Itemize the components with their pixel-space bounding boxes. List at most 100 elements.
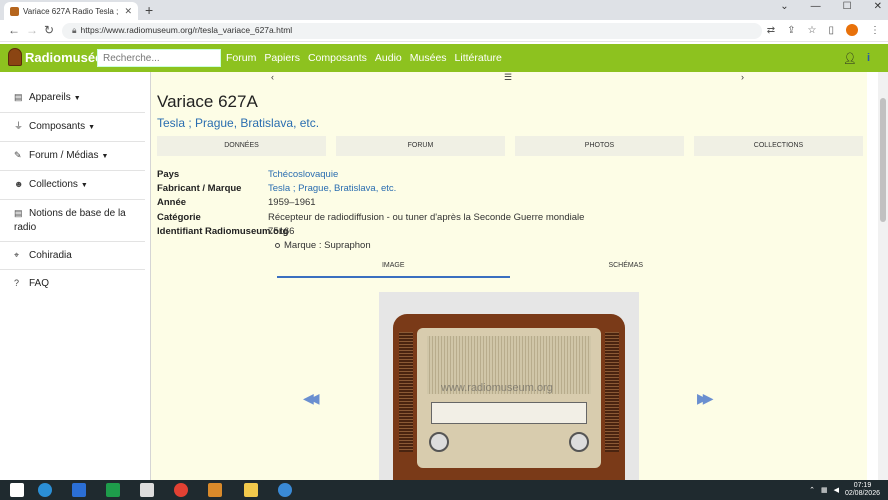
sidebar-item-appareils[interactable]: ▤ Appareils ▼ bbox=[0, 84, 145, 113]
record-pager: ‹ ☰ › bbox=[151, 72, 867, 84]
media-player-icon[interactable] bbox=[208, 483, 222, 497]
sidepanel-icon[interactable]: ▯ bbox=[828, 25, 834, 36]
info-icon[interactable]: i bbox=[867, 52, 870, 65]
nav-forum[interactable]: Forum bbox=[226, 52, 256, 64]
sidebar-item-composants[interactable]: ⏚ Composants ▼ bbox=[0, 113, 145, 142]
chevron-down-icon[interactable]: ⌄ bbox=[780, 1, 788, 12]
browser-tab-strip: Variace 627A Radio Tesla ; Praha ✕ + ⌄ —… bbox=[0, 0, 888, 20]
ie-icon[interactable] bbox=[72, 483, 86, 497]
notepad-icon[interactable] bbox=[140, 483, 154, 497]
next-image-icon[interactable]: ▶▶ bbox=[697, 390, 713, 407]
sidebar-item-label: FAQ bbox=[29, 278, 50, 289]
tab-collections[interactable]: COLLECTIONS bbox=[694, 136, 863, 156]
favicon-icon bbox=[10, 6, 19, 16]
sidebar-item-forum-medias[interactable]: ✎ Forum / Médias ▼ bbox=[0, 142, 145, 171]
sidebar-item-label: Cohiradia bbox=[29, 250, 72, 261]
prev-image-icon[interactable]: ◀◀ bbox=[303, 390, 319, 407]
nav-papiers[interactable]: Papiers bbox=[264, 52, 300, 64]
taskbar-clock[interactable]: 07:19 02/08/2026 bbox=[845, 482, 880, 498]
sidebar-item-notions[interactable]: ▤ Notions de base de la radio bbox=[0, 200, 145, 242]
caret-down-icon: ▼ bbox=[80, 182, 88, 189]
tab-schemas[interactable]: SCHÉMAS bbox=[510, 255, 743, 278]
image-watermark: www.radiomuseum.org bbox=[441, 382, 553, 394]
right-speaker-grille bbox=[605, 332, 619, 452]
site-logo[interactable]: Radiomusée bbox=[8, 48, 102, 66]
sidebar-item-label: Forum / Médias bbox=[29, 150, 99, 161]
nav-musees[interactable]: Musées bbox=[410, 52, 447, 64]
store-icon[interactable] bbox=[106, 483, 120, 497]
bookmark-star-icon[interactable]: ☆ bbox=[808, 25, 817, 36]
maximize-button[interactable]: ☐ bbox=[843, 1, 852, 12]
file-explorer-icon[interactable] bbox=[244, 483, 258, 497]
maker-link[interactable]: Tesla ; Prague, Bratislava, etc. bbox=[157, 116, 319, 130]
forward-button[interactable]: → bbox=[26, 23, 38, 37]
clock-time: 07:19 bbox=[853, 482, 872, 489]
info-value-link[interactable]: Tchécoslovaquie bbox=[268, 169, 338, 180]
back-button[interactable]: ← bbox=[8, 23, 20, 37]
menu-icon[interactable]: ⋮ bbox=[870, 25, 880, 36]
close-window-button[interactable]: ✕ bbox=[874, 1, 882, 12]
next-record-icon[interactable]: › bbox=[741, 72, 744, 82]
user-icon[interactable]: 👤︎ bbox=[843, 52, 857, 65]
tab-photos[interactable]: PHOTOS bbox=[515, 136, 684, 156]
info-value: 75166 bbox=[268, 225, 295, 237]
sidebar-item-faq[interactable]: ? FAQ bbox=[0, 270, 145, 297]
right-knob bbox=[569, 432, 589, 452]
info-key: Pays bbox=[157, 169, 180, 180]
site-header: Radiomusée Recherche... Forum Papiers Co… bbox=[0, 44, 888, 72]
info-value-link[interactable]: Tesla ; Prague, Bratislava, etc. bbox=[268, 183, 396, 194]
lock-icon: 🔒︎ bbox=[72, 25, 77, 35]
list-icon[interactable]: ☰ bbox=[504, 72, 512, 83]
info-value: 1959–1961 bbox=[268, 197, 316, 209]
info-key: Fabricant / Marque bbox=[157, 183, 242, 195]
search-input[interactable]: Recherche... bbox=[97, 49, 221, 67]
caret-down-icon: ▼ bbox=[88, 124, 96, 131]
sidebar: ▤ Appareils ▼ ⏚ Composants ▼ ✎ Forum / Médias… bbox=[0, 84, 145, 297]
url-text: https://www.radiomuseum.org/r/tesla_vari… bbox=[80, 25, 293, 35]
page-tabs: DONNÉES FORUM PHOTOS COLLECTIONS bbox=[157, 136, 863, 156]
clock-date: 02/08/2026 bbox=[844, 490, 880, 497]
tab-donnees[interactable]: DONNÉES bbox=[157, 136, 326, 156]
tray-chevron-icon[interactable]: ⌃ bbox=[809, 486, 815, 494]
sidebar-item-collections[interactable]: ☻ Collections ▼ bbox=[0, 171, 145, 200]
edge-icon[interactable] bbox=[38, 483, 52, 497]
translate-icon[interactable]: ⇄ bbox=[767, 25, 775, 36]
globe-app-icon[interactable] bbox=[278, 483, 292, 497]
browser-tools: ⇄ ⇪ ☆ ▯ ⋮ bbox=[767, 24, 880, 36]
sidebar-item-label: Collections bbox=[29, 179, 78, 190]
question-icon: ? bbox=[14, 278, 20, 288]
sidebar-item-cohiradia[interactable]: ⌖ Cohiradia bbox=[0, 242, 145, 270]
radio-cabinet bbox=[393, 314, 625, 480]
nav-audio[interactable]: Audio bbox=[375, 52, 402, 64]
chrome-icon[interactable] bbox=[174, 483, 188, 497]
radio-dial-scale bbox=[431, 402, 587, 424]
tab-forum[interactable]: FORUM bbox=[336, 136, 505, 156]
windows-start-icon[interactable] bbox=[10, 483, 24, 497]
prev-record-icon[interactable]: ‹ bbox=[271, 72, 274, 82]
windows-taskbar: ⌃ ▦ ◀︎ 07:19 02/08/2026 bbox=[0, 480, 888, 500]
new-tab-button[interactable]: + bbox=[145, 2, 153, 18]
radio-photo[interactable]: www.radiomuseum.org bbox=[379, 292, 639, 480]
reload-button[interactable]: ↻ bbox=[44, 23, 54, 37]
network-icon[interactable]: ▦ bbox=[821, 486, 828, 494]
volume-icon[interactable]: ◀︎ bbox=[834, 486, 839, 494]
address-bar[interactable]: 🔒︎ https://www.radiomuseum.org/r/tesla_va… bbox=[62, 23, 762, 39]
profile-avatar[interactable] bbox=[846, 24, 858, 36]
info-row: Fabricant / Marque Tesla ; Prague, Bratis… bbox=[157, 183, 584, 197]
info-value: Récepteur de radiodiffusion - ou tuner d… bbox=[268, 211, 585, 223]
close-tab-icon[interactable]: ✕ bbox=[124, 6, 132, 17]
bullet-icon bbox=[275, 242, 280, 248]
chat-icon: ✎ bbox=[14, 150, 22, 160]
sub-item-text: Marque : Supraphon bbox=[284, 240, 371, 251]
scrollbar-thumb[interactable] bbox=[880, 98, 886, 222]
users-icon: ☻ bbox=[14, 179, 24, 189]
share-icon[interactable]: ⇪ bbox=[787, 25, 795, 36]
browser-tab[interactable]: Variace 627A Radio Tesla ; Praha ✕ bbox=[4, 2, 138, 20]
header-user-tools: 👤︎ i bbox=[843, 52, 870, 65]
tab-image[interactable]: IMAGE bbox=[277, 255, 510, 278]
nav-composants[interactable]: Composants bbox=[308, 52, 367, 64]
radio-icon: ▤ bbox=[14, 92, 23, 102]
nav-litterature[interactable]: Littérature bbox=[455, 52, 502, 64]
info-row: Pays Tchécoslovaquie bbox=[157, 169, 584, 183]
minimize-button[interactable]: — bbox=[811, 1, 821, 12]
